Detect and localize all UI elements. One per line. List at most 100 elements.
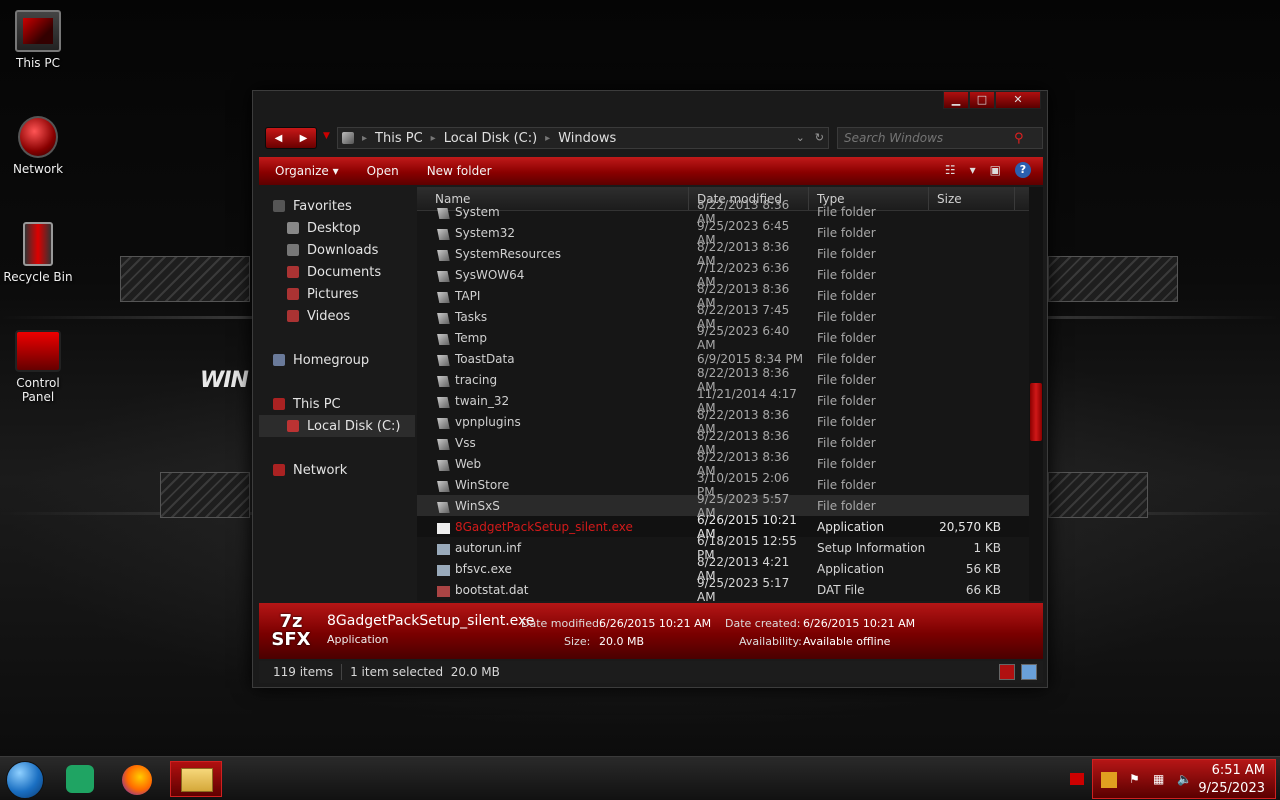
file-type: File folder (817, 414, 876, 429)
recent-locations-dropdown-icon[interactable]: ▼ (323, 131, 330, 141)
folder-icon (437, 396, 450, 408)
nav-favorites[interactable]: Favorites (259, 195, 415, 217)
organize-button[interactable]: Organize ▾ (275, 164, 339, 178)
action-center-flag-icon[interactable]: ⚑ (1129, 772, 1145, 788)
firefox-icon (122, 765, 152, 795)
desktop-icon-control-panel[interactable]: Control Panel (0, 330, 76, 404)
breadcrumb-local-disk[interactable]: Local Disk (C:) (444, 131, 537, 146)
desktop-icon (287, 222, 299, 234)
file-type: File folder (817, 330, 876, 345)
open-button[interactable]: Open (367, 164, 399, 178)
nav-desktop[interactable]: Desktop (259, 217, 415, 239)
start-button[interactable] (6, 761, 44, 799)
file-name: Web (455, 456, 482, 471)
chevron-right-icon[interactable]: ▸ (362, 133, 367, 144)
details-view-icon[interactable] (999, 664, 1015, 680)
change-view-icon[interactable]: ☷ (945, 163, 956, 177)
show-desktop-icon[interactable] (1070, 773, 1084, 785)
desktop-icon-recycle-bin[interactable]: Recycle Bin (0, 222, 76, 284)
nav-local-disk[interactable]: Local Disk (C:) (259, 415, 415, 437)
scrollbar-thumb[interactable] (1030, 383, 1042, 441)
large-icons-view-icon[interactable] (1021, 664, 1037, 680)
network-icon (273, 464, 285, 476)
desktop-icon-this-pc[interactable]: This PC (0, 10, 76, 70)
folder-icon (437, 459, 450, 471)
nav-documents[interactable]: Documents (259, 261, 415, 283)
file-date: 6/9/2015 8:34 PM (697, 351, 804, 366)
search-input[interactable] (844, 131, 1014, 145)
file-rows: System 8/22/2013 8:36 AM File folder Sys… (417, 198, 1029, 601)
file-type: File folder (817, 288, 876, 303)
nav-label: Favorites (293, 198, 352, 214)
wallpaper-wing-right (1048, 256, 1178, 302)
file-name: autorun.inf (455, 540, 522, 555)
maximize-button[interactable]: □ (969, 91, 995, 109)
sfx-archive-icon: 7z SFX (271, 611, 311, 650)
drive-icon (287, 420, 299, 432)
chevron-right-icon[interactable]: ▸ (545, 133, 550, 144)
folder-icon (437, 249, 450, 261)
file-name: SystemResources (455, 246, 562, 261)
pictures-icon (287, 288, 299, 300)
desktop-icon-network[interactable]: Network (0, 116, 76, 176)
file-name: System (455, 204, 500, 219)
nav-label: This PC (293, 396, 341, 412)
taskbar-app-file-explorer[interactable] (170, 761, 222, 797)
new-folder-button[interactable]: New folder (427, 164, 492, 178)
preview-pane-icon[interactable]: ▣ (990, 163, 1001, 177)
desktop-icon-label: Control Panel (16, 376, 60, 404)
nav-downloads[interactable]: Downloads (259, 239, 415, 261)
file-row[interactable]: Temp 9/25/2023 6:40 AM File folder (417, 324, 1029, 352)
details-date-created-label: Date created: (725, 617, 801, 630)
back-arrow-icon[interactable]: ◀ (275, 133, 283, 144)
gadget-icon[interactable] (1101, 772, 1117, 788)
drive-icon (342, 132, 354, 144)
nav-pictures[interactable]: Pictures (259, 283, 415, 305)
file-list[interactable]: Name Date modified Type Size System 8/22… (417, 187, 1029, 601)
search-icon[interactable]: ⚲ (1014, 131, 1024, 146)
taskbar-app-sheets[interactable] (58, 761, 106, 797)
minimize-button[interactable]: ▁ (943, 91, 969, 109)
nav-this-pc[interactable]: This PC (259, 393, 415, 415)
file-type: File folder (817, 477, 876, 492)
star-icon (273, 200, 285, 212)
address-dropdown-icon[interactable]: ⌄ (796, 131, 805, 144)
breadcrumb-this-pc[interactable]: This PC (375, 131, 423, 146)
view-dropdown-icon[interactable]: ▾ (970, 163, 976, 177)
taskbar: ⚑ ▦ 🔈 6:51 AM 9/25/2023 (0, 756, 1280, 800)
file-size: 66 KB (965, 582, 1001, 597)
status-bar: 119 items 1 item selected 20.0 MB (259, 661, 1043, 683)
refresh-icon[interactable]: ↻ (815, 131, 824, 144)
breadcrumb-windows[interactable]: Windows (558, 131, 616, 146)
vertical-scrollbar[interactable] (1029, 187, 1043, 601)
command-bar: Organize ▾ Open New folder ☷ ▾ ▣ ? (259, 157, 1043, 185)
close-button[interactable]: ✕ (995, 91, 1041, 109)
file-type: File folder (817, 225, 876, 240)
folder-icon (437, 501, 450, 513)
search-box[interactable]: ⚲ (837, 127, 1043, 149)
file-type: File folder (817, 351, 876, 366)
chevron-right-icon[interactable]: ▸ (431, 133, 436, 144)
clock-time[interactable]: 6:51 AM (1212, 763, 1265, 778)
status-divider (341, 664, 343, 680)
folder-icon (437, 312, 450, 324)
folder-icon (437, 291, 450, 303)
address-bar[interactable]: ▸ This PC ▸ Local Disk (C:) ▸ Windows ⌄ … (337, 127, 829, 149)
volume-icon[interactable]: 🔈 (1177, 772, 1193, 788)
nav-homegroup[interactable]: Homegroup (259, 349, 415, 371)
desktop-icon-label: Recycle Bin (3, 270, 73, 284)
folder-icon (437, 480, 450, 492)
taskbar-app-firefox[interactable] (114, 761, 162, 797)
file-type: File folder (817, 498, 876, 513)
file-row[interactable]: bootstat.dat 9/25/2023 5:17 AM DAT File … (417, 576, 1029, 601)
explorer-window[interactable]: ▁ □ ✕ ◀ ▶ ▼ ▸ This PC ▸ Local Disk (C:) … (252, 90, 1048, 688)
nav-network[interactable]: Network (259, 459, 415, 481)
file-type: Setup Information (817, 540, 926, 555)
nav-videos[interactable]: Videos (259, 305, 415, 327)
network-status-icon[interactable]: ▦ (1153, 772, 1169, 788)
wallpaper-wing-left (120, 256, 250, 302)
forward-arrow-icon[interactable]: ▶ (300, 133, 308, 144)
help-icon[interactable]: ? (1015, 162, 1031, 178)
clock-date[interactable]: 9/25/2023 (1198, 781, 1265, 796)
